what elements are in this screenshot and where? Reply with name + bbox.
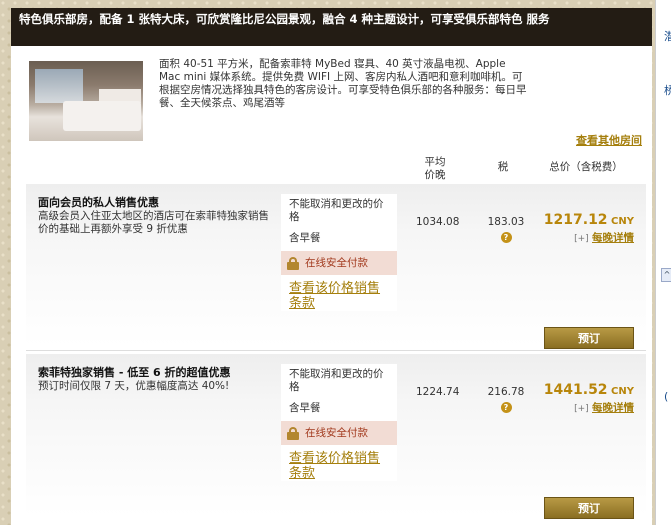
expand-icon[interactable]: [+]: [574, 404, 589, 414]
lock-icon: [287, 426, 299, 440]
room-description: 面积 40-51 平方米，配备索菲特 MyBed 寝具、40 英寸液晶电视、Ap…: [159, 58, 527, 109]
collapse-tab[interactable]: ^: [661, 268, 671, 282]
offer-title: 面向会员的私人销售优惠: [38, 196, 159, 209]
other-rooms-link[interactable]: 查看其他房间: [576, 132, 642, 148]
currency-label: CNY: [611, 216, 634, 227]
view-rate-terms-link[interactable]: 查看该价格销售条款: [281, 275, 397, 311]
offer-subtitle: 高级会员入住亚太地区的酒店可在索菲特独家销售价的基础上再额外享受 9 折优惠: [38, 210, 269, 235]
total-cell: 1441.52 CNY [+] 每晚详情: [544, 382, 634, 415]
help-icon[interactable]: ?: [500, 232, 512, 243]
breakfast-label: 含早餐: [289, 232, 321, 244]
secure-payment-label: 在线安全付款: [305, 256, 368, 269]
secure-payment-label: 在线安全付款: [305, 426, 368, 439]
sidebar-fragment: (: [664, 390, 669, 403]
col-total: 总价（含税费）: [549, 161, 623, 173]
room-photo-window: [35, 69, 83, 103]
expand-icon[interactable]: [+]: [574, 234, 589, 244]
secure-payment-badge: 在线安全付款: [281, 251, 397, 275]
offer-subtitle: 预订时间仅限 7 天，优惠幅度高达 40%!: [38, 380, 230, 392]
nightly-details-link[interactable]: 每晚详情: [592, 402, 634, 414]
help-icon[interactable]: ?: [500, 402, 512, 413]
tax-cell: 216.78 ?: [483, 386, 529, 413]
col-tax: 税: [497, 161, 509, 173]
view-rate-terms-link[interactable]: 查看该价格销售条款: [281, 445, 397, 481]
tax-amount: 216.78: [487, 386, 525, 398]
room-photo-bed: [63, 101, 141, 131]
sidebar-fragment: 桥: [664, 84, 671, 97]
lock-icon: [287, 256, 299, 270]
book-button[interactable]: 预订: [544, 497, 634, 519]
col-avg-per-night: 平均 价晚: [424, 156, 446, 181]
offer-conditions: 不能取消和更改的价格 含早餐 在线安全付款 查看该价格销售条款: [281, 364, 397, 481]
right-sidebar-edge: 潜 桥 ^ (: [655, 0, 671, 525]
total-cell: 1217.12 CNY [+] 每晚详情: [544, 212, 634, 245]
total-amount: 1217.12: [543, 212, 608, 228]
sidebar-fragment: 潜: [664, 30, 671, 43]
room-photo[interactable]: [29, 61, 143, 141]
avg-price: 1224.74: [416, 386, 460, 398]
room-panel: 特色俱乐部房，配备 1 张特大床，可欣赏隆比尼公园景观，融合 4 种主题设计，可…: [11, 8, 652, 525]
total-amount: 1441.52: [543, 382, 608, 398]
offer-conditions: 不能取消和更改的价格 含早餐 在线安全付款 查看该价格销售条款: [281, 194, 397, 311]
book-button[interactable]: 预订: [544, 327, 634, 349]
tax-amount: 183.03: [487, 216, 525, 228]
tax-cell: 183.03 ?: [483, 216, 529, 243]
secure-payment-badge: 在线安全付款: [281, 421, 397, 445]
nightly-details-link[interactable]: 每晚详情: [592, 232, 634, 244]
offer-divider: [26, 350, 646, 351]
breakfast-label: 含早餐: [289, 402, 321, 414]
cancel-policy: 不能取消和更改的价格: [289, 368, 384, 393]
cancel-policy: 不能取消和更改的价格: [289, 198, 384, 223]
currency-label: CNY: [611, 386, 634, 397]
offer-title: 索菲特独家销售 - 低至 6 折的超值优惠: [38, 366, 231, 379]
avg-price: 1034.08: [416, 216, 460, 228]
offer-row: 索菲特独家销售 - 低至 6 折的超值优惠 预订时间仅限 7 天，优惠幅度高达 …: [26, 354, 646, 519]
offer-row: 面向会员的私人销售优惠 高级会员入住亚太地区的酒店可在索菲特独家销售价的基础上再…: [26, 184, 646, 349]
room-header: 特色俱乐部房，配备 1 张特大床，可欣赏隆比尼公园景观，融合 4 种主题设计，可…: [11, 8, 652, 46]
